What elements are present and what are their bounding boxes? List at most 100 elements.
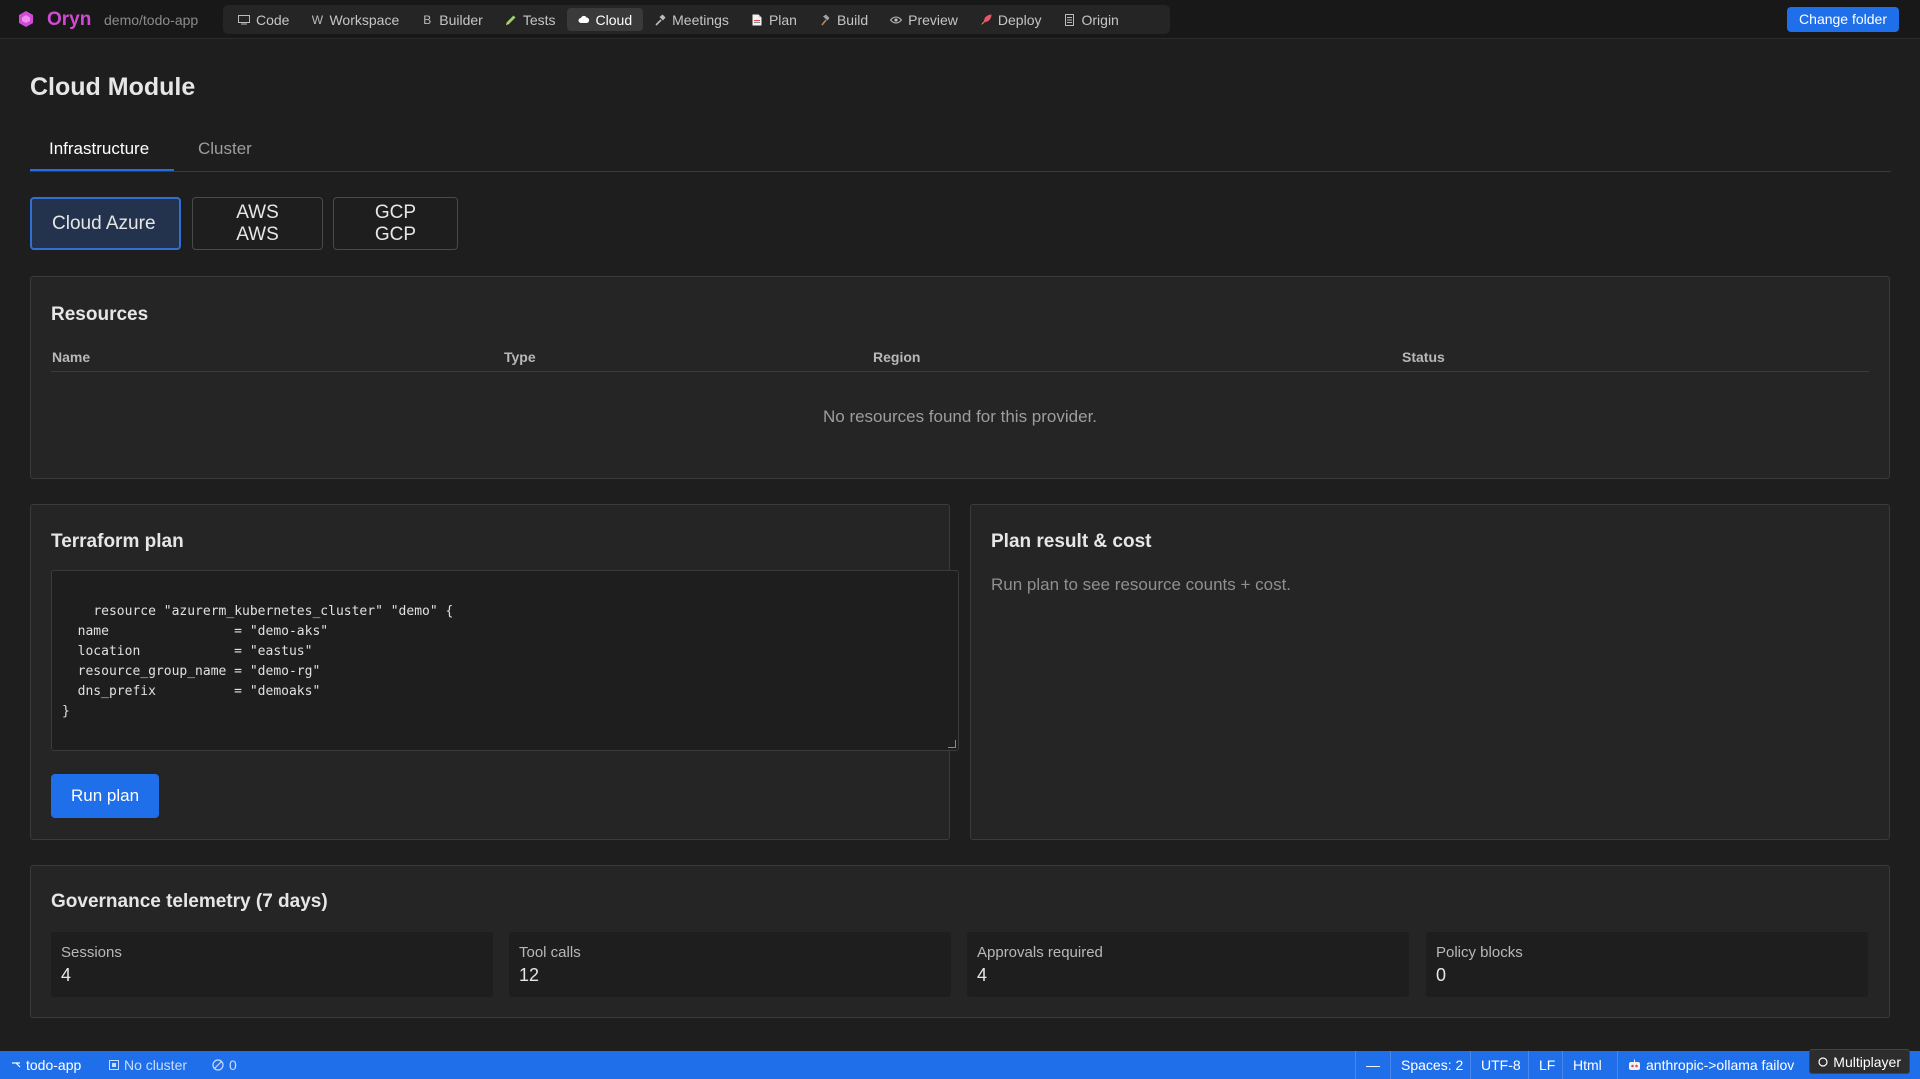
- resources-empty-message: No resources found for this provider.: [822, 407, 1098, 426]
- no-entry-icon: [212, 1059, 224, 1071]
- stat-label: Sessions: [61, 944, 122, 961]
- main-nav: Code W Workspace B Builder Tests Cloud M…: [223, 5, 1170, 34]
- document-icon: [751, 14, 763, 26]
- hammer-icon: [819, 14, 831, 26]
- column-header-name: Name: [52, 349, 91, 365]
- stat-label: Policy blocks: [1436, 944, 1523, 961]
- status-model-label: anthropic->ollama failov: [1646, 1057, 1795, 1073]
- nav-tab-label: Tests: [522, 11, 556, 28]
- stat-value: 4: [61, 965, 72, 985]
- top-bar: Oryn demo/todo-app Code W Workspace B Bu…: [0, 0, 1920, 39]
- w-letter-icon: W: [311, 12, 324, 27]
- nav-tab-meetings[interactable]: Meetings: [643, 8, 740, 31]
- plan-result-card: Plan result & cost Run plan to see resou…: [970, 504, 1890, 840]
- nav-tab-label: Preview: [908, 11, 958, 28]
- nav-tab-label: Build: [836, 11, 869, 28]
- branch-icon: [12, 1062, 21, 1068]
- plan-result-hint: Run plan to see resource counts + cost.: [991, 575, 1292, 594]
- resources-card: Resources Name Type Region Status No res…: [30, 276, 1890, 479]
- stat-value: 4: [977, 965, 988, 985]
- stat-label: Tool calls: [519, 944, 581, 961]
- page-title: Cloud Module: [30, 73, 196, 101]
- status-spaces[interactable]: Spaces: 2: [1401, 1057, 1463, 1073]
- rocket-icon: [980, 14, 992, 26]
- multiplayer-button[interactable]: Multiplayer: [1809, 1049, 1910, 1074]
- provider-gcp-button[interactable]: GCP GCP: [333, 197, 458, 250]
- active-tab-indicator: [30, 169, 174, 171]
- multiplayer-label: Multiplayer: [1833, 1053, 1901, 1070]
- stat-sessions: Sessions 4: [51, 932, 493, 997]
- nav-tab-plan[interactable]: Plan: [740, 8, 808, 31]
- column-header-region: Region: [873, 349, 921, 365]
- robot-icon: [1629, 1059, 1640, 1070]
- terraform-plan-card: Terraform plan resource "azurerm_kuberne…: [30, 504, 959, 840]
- resize-handle-icon[interactable]: [948, 740, 956, 748]
- terraform-code-editor[interactable]: resource "azurerm_kubernetes_cluster" "d…: [51, 570, 959, 751]
- provider-aws-button[interactable]: AWS AWS: [192, 197, 323, 250]
- status-separator: [1390, 1051, 1391, 1079]
- nav-tab-deploy[interactable]: Deploy: [969, 8, 1053, 31]
- terraform-code-text: resource "azurerm_kubernetes_cluster" "d…: [62, 604, 454, 719]
- nav-tab-builder[interactable]: B Builder: [410, 8, 494, 31]
- status-separator: [1470, 1051, 1471, 1079]
- table-header-divider: [51, 371, 1869, 372]
- repo-name[interactable]: demo/todo-app: [104, 12, 198, 28]
- monitor-icon: [238, 14, 250, 25]
- tab-cluster[interactable]: Cluster: [198, 139, 252, 159]
- cluster-icon: [109, 1060, 119, 1070]
- status-branch[interactable]: todo-app: [11, 1057, 81, 1073]
- stat-tool-calls: Tool calls 12: [509, 932, 951, 997]
- status-problems-count: 0: [229, 1057, 237, 1073]
- nav-tab-workspace[interactable]: W Workspace: [300, 8, 410, 31]
- status-language[interactable]: Html: [1573, 1057, 1602, 1073]
- file-icon: [1064, 13, 1076, 26]
- eye-icon: [890, 16, 903, 24]
- status-branch-label: todo-app: [26, 1057, 82, 1073]
- governance-card: Governance telemetry (7 days) Sessions 4…: [30, 865, 1890, 1018]
- nav-tab-label: Cloud: [595, 11, 633, 28]
- b-letter-icon: B: [423, 12, 432, 27]
- nav-tab-origin[interactable]: Origin: [1053, 8, 1130, 31]
- status-model[interactable]: anthropic->ollama failov: [1628, 1057, 1794, 1073]
- status-separator: [1617, 1051, 1618, 1079]
- nav-tab-label: Meetings: [672, 11, 729, 28]
- nav-tab-label: Code: [256, 11, 290, 28]
- change-folder-button[interactable]: Change folder: [1787, 7, 1899, 32]
- oryn-logo-icon: [19, 11, 33, 27]
- plan-result-title: Plan result & cost: [991, 531, 1152, 552]
- nav-tab-build[interactable]: Build: [808, 8, 879, 31]
- stat-policy-blocks: Policy blocks 0: [1426, 932, 1868, 997]
- page-tabs: Infrastructure Cluster: [30, 132, 1891, 172]
- cloud-icon: [578, 15, 590, 24]
- nav-tab-label: Origin: [1081, 11, 1119, 28]
- stat-approvals-required: Approvals required 4: [967, 932, 1409, 997]
- status-problems[interactable]: 0: [212, 1057, 237, 1073]
- nav-tab-label: Workspace: [329, 11, 400, 28]
- stat-label: Approvals required: [977, 944, 1103, 961]
- provider-azure-button[interactable]: Cloud Azure: [30, 197, 181, 250]
- nav-tab-preview[interactable]: Preview: [879, 8, 969, 31]
- nav-tab-tests[interactable]: Tests: [494, 8, 567, 31]
- circle-icon: [1818, 1056, 1828, 1067]
- pencil-icon: [505, 14, 517, 26]
- terraform-plan-title: Terraform plan: [51, 531, 184, 552]
- run-plan-button[interactable]: Run plan: [51, 774, 160, 818]
- status-separator: [1355, 1051, 1356, 1079]
- status-separator: [1528, 1051, 1529, 1079]
- hammer-icon: [654, 14, 666, 26]
- stat-value: 12: [519, 965, 540, 985]
- tab-infrastructure[interactable]: Infrastructure: [49, 139, 149, 159]
- status-cluster[interactable]: No cluster: [109, 1057, 187, 1073]
- status-encoding[interactable]: UTF-8: [1481, 1057, 1521, 1073]
- stat-value: 0: [1436, 965, 1447, 985]
- status-dash[interactable]: —: [1366, 1057, 1380, 1073]
- nav-tab-code[interactable]: Code: [227, 8, 300, 31]
- brand-name: Oryn: [47, 9, 92, 30]
- status-bar: todo-app No cluster 0 — Spaces: 2 UTF-8 …: [0, 1051, 1920, 1079]
- status-eol[interactable]: LF: [1539, 1057, 1555, 1073]
- nav-tab-label: Builder: [439, 11, 483, 28]
- nav-tab-label: Deploy: [997, 11, 1042, 28]
- governance-title: Governance telemetry (7 days): [51, 891, 328, 912]
- nav-tab-label: Plan: [768, 11, 797, 28]
- nav-tab-cloud[interactable]: Cloud: [566, 8, 644, 31]
